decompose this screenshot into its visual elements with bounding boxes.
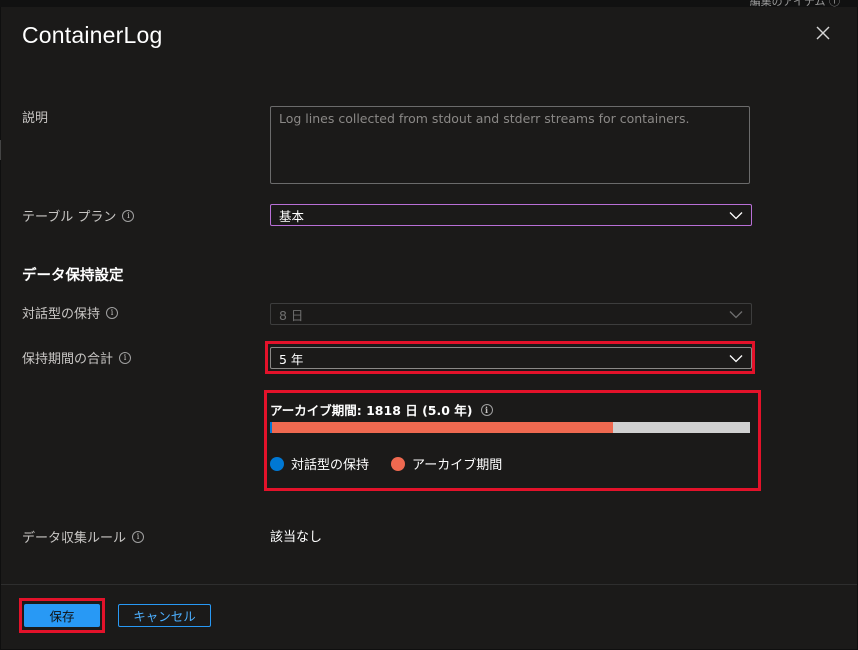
info-icon[interactable]: i (119, 351, 132, 364)
close-icon (816, 26, 830, 40)
table-plan-label: テーブル プラン i (22, 206, 135, 225)
table-plan-value: 基本 (279, 208, 305, 224)
dcr-value: 該当なし (270, 530, 323, 545)
interactive-retention-label: 対話型の保持 i (22, 303, 119, 322)
archive-period-highlight (264, 390, 761, 491)
cancel-button[interactable]: キャンセル (118, 604, 211, 627)
total-retention-label: 保持期間の合計 i (22, 348, 132, 367)
top-strip: 編集のアイテム ⓘ (0, 0, 858, 8)
info-icon[interactable]: i (122, 209, 135, 222)
total-retention-highlight (265, 341, 755, 374)
chevron-down-icon (729, 310, 743, 318)
description-textarea[interactable]: Log lines collected from stdout and stde… (270, 106, 750, 184)
containerlog-panel: ContainerLog 説明 Log lines collected from… (1, 7, 857, 649)
info-icon[interactable]: i (132, 530, 145, 543)
info-icon[interactable]: i (106, 306, 119, 319)
chevron-down-icon (729, 211, 743, 219)
save-button-highlight (19, 598, 105, 633)
panel-title: ContainerLog (22, 22, 163, 48)
interactive-retention-dropdown: 8 日 (270, 303, 752, 325)
close-button[interactable] (813, 23, 833, 43)
footer-divider (1, 584, 857, 585)
dcr-label: データ収集ルール i (22, 527, 145, 546)
retention-section-heading: データ保持設定 (22, 268, 124, 284)
interactive-retention-value: 8 日 (279, 307, 304, 323)
description-label: 説明 (22, 111, 49, 126)
table-plan-dropdown[interactable]: 基本 (270, 204, 752, 226)
